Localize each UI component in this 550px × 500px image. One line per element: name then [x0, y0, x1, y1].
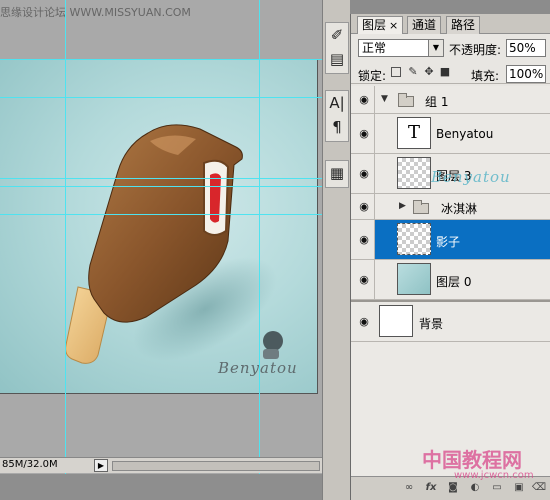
- layer-row-background[interactable]: ◉ 背景: [351, 300, 550, 342]
- benyatou-watermark-text: Benyatou: [431, 168, 511, 186]
- site-watermark-url: www.jcwcn.com: [454, 470, 534, 481]
- layers-panel: 图层 × 通道 路径 正常 ▼ 不透明度: 50% 锁定: ✎ ✥ ■ 填充: 1…: [350, 14, 550, 500]
- trash-icon[interactable]: ⌫: [531, 481, 547, 495]
- chevron-down-icon[interactable]: ▼: [428, 40, 443, 56]
- layer-thumbnail: [397, 223, 431, 255]
- blend-mode-value: 正常: [362, 41, 387, 55]
- horizontal-scrollbar[interactable]: [112, 461, 320, 471]
- fx-icon[interactable]: fx: [423, 481, 439, 495]
- opacity-input[interactable]: 50%: [506, 39, 546, 57]
- eye-icon[interactable]: ◉: [357, 128, 371, 139]
- panel-dock-toolbar: ✐ ▤ A| ¶ ▦: [322, 0, 350, 500]
- visibility-cell[interactable]: ◉: [351, 302, 375, 341]
- layer-row-group-icecream[interactable]: ◉ ▶ 冰淇淋: [351, 194, 550, 220]
- tab-channels[interactable]: 通道: [407, 16, 442, 34]
- fill-label: 填充:: [471, 69, 500, 83]
- folder-icon: [413, 200, 429, 214]
- text-layer-thumbnail: T: [397, 117, 431, 149]
- panel-title-strip: [350, 0, 550, 14]
- panel-tab-bar: 图层 × 通道 路径: [351, 14, 550, 34]
- visibility-cell[interactable]: ◉: [351, 220, 375, 259]
- layer-list: ◉ ▼ 组 1 ◉ T Benyatou ◉ 图层 3 ◉ ▶ 冰淇淋 ◉ 影子: [351, 86, 550, 486]
- ice-cream-illustration: [65, 124, 283, 364]
- status-menu-arrow-icon[interactable]: ▶: [94, 459, 108, 472]
- layer-row-0[interactable]: ◉ 图层 0: [351, 260, 550, 300]
- eye-icon[interactable]: ◉: [357, 274, 371, 285]
- brush-preset-icon[interactable]: ✐: [326, 23, 348, 47]
- layer-name: 组 1: [425, 95, 449, 109]
- guide-vertical[interactable]: [65, 0, 66, 500]
- layer-row-group-1[interactable]: ◉ ▼ 组 1: [351, 86, 550, 114]
- eye-icon[interactable]: ◉: [357, 234, 371, 245]
- tab-paths[interactable]: 路径: [446, 16, 481, 34]
- clone-source-icon[interactable]: ▤: [326, 47, 348, 71]
- layer-name: 背景: [419, 317, 444, 331]
- mini-group-brushes: ✐ ▤: [325, 22, 349, 74]
- blend-mode-select[interactable]: 正常 ▼: [358, 39, 444, 57]
- paragraph-icon[interactable]: ¶: [326, 115, 348, 139]
- guide-horizontal[interactable]: [0, 214, 322, 215]
- guide-horizontal[interactable]: [0, 59, 322, 60]
- character-icon[interactable]: A|: [326, 91, 348, 115]
- guide-vertical[interactable]: [259, 0, 260, 500]
- visibility-cell[interactable]: ◉: [351, 114, 375, 153]
- workspace-background: [0, 474, 322, 500]
- adjustment-icon[interactable]: ◐: [467, 481, 483, 495]
- blend-row: 正常 ▼ 不透明度: 50%: [351, 36, 550, 58]
- background-thumbnail: [379, 305, 413, 337]
- top-watermark: 思缘设计论坛 WWW.MISSYUAN.COM: [0, 6, 191, 19]
- lock-row: 锁定: ✎ ✥ ■ 填充: 100%: [351, 62, 550, 84]
- canvas-workspace[interactable]: 思缘设计论坛 WWW.MISSYUAN.COM Benyatou 85M/32.…: [0, 0, 322, 500]
- folder-icon: [398, 93, 414, 107]
- visibility-cell[interactable]: ◉: [351, 260, 375, 299]
- eye-icon[interactable]: ◉: [357, 94, 371, 105]
- visibility-cell[interactable]: ◉: [351, 194, 375, 219]
- opacity-label: 不透明度:: [449, 43, 502, 57]
- tab-layers-label: 图层: [362, 18, 387, 32]
- folder-icon[interactable]: ▭: [489, 481, 505, 495]
- tab-paths-label: 路径: [451, 18, 476, 32]
- mini-group-notes: ▦: [325, 160, 349, 188]
- benyatou-signature-text: Benyatou: [218, 359, 298, 377]
- eye-icon[interactable]: ◉: [357, 316, 371, 327]
- tab-layers[interactable]: 图层 ×: [357, 16, 404, 34]
- disclosure-closed-icon[interactable]: ▶: [399, 201, 406, 211]
- eye-icon[interactable]: ◉: [357, 201, 371, 212]
- layer-thumbnail: [397, 263, 431, 295]
- lock-paint-icon[interactable]: ✎: [407, 66, 419, 78]
- disclosure-open-icon[interactable]: ▼: [381, 94, 388, 104]
- new-layer-icon[interactable]: ▣: [511, 481, 527, 495]
- layer-name: Benyatou: [436, 127, 494, 141]
- guide-horizontal[interactable]: [0, 178, 322, 179]
- mini-group-text: A| ¶: [325, 90, 349, 142]
- visibility-cell[interactable]: ◉: [351, 86, 375, 113]
- layer-thumbnail: [397, 157, 431, 189]
- guide-horizontal[interactable]: [0, 186, 322, 187]
- site-watermark: 中国教程网: [422, 448, 522, 472]
- layer-name: 冰淇淋: [441, 202, 478, 216]
- layer-row-text[interactable]: ◉ T Benyatou: [351, 114, 550, 154]
- notes-icon[interactable]: ▦: [326, 161, 348, 185]
- status-bar: 85M/32.0M ▶: [0, 457, 322, 473]
- layer-name: 图层 0: [436, 275, 472, 289]
- document-size-readout: 85M/32.0M: [2, 459, 58, 470]
- lock-transparent-icon[interactable]: [391, 67, 401, 77]
- lock-move-icon[interactable]: ✥: [423, 66, 435, 78]
- eye-icon[interactable]: ◉: [357, 168, 371, 179]
- lock-all-icon[interactable]: ■: [439, 66, 451, 78]
- mask-icon[interactable]: ◙: [445, 481, 461, 495]
- layer-name: 影子: [436, 235, 461, 249]
- guide-horizontal[interactable]: [0, 97, 322, 98]
- layer-row-shadow[interactable]: ◉ 影子: [351, 220, 550, 260]
- document-canvas[interactable]: Benyatou: [0, 59, 318, 394]
- lock-label: 锁定:: [358, 69, 387, 83]
- fill-input[interactable]: 100%: [506, 65, 546, 83]
- link-icon[interactable]: ∞: [401, 481, 417, 495]
- visibility-cell[interactable]: ◉: [351, 154, 375, 193]
- tab-channels-label: 通道: [412, 18, 437, 32]
- close-icon[interactable]: ×: [389, 19, 398, 32]
